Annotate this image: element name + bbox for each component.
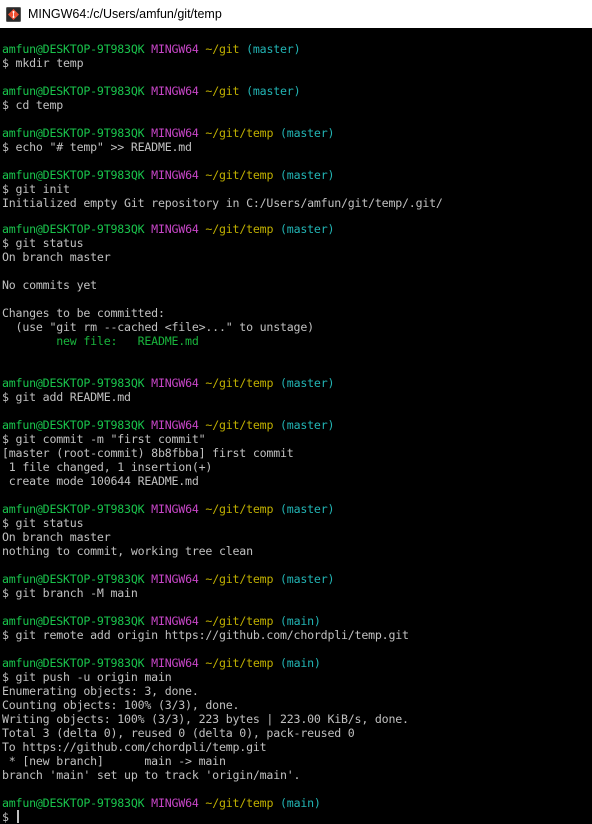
prompt-line: amfun@DESKTOP-9T983QK MINGW64 ~/git/temp… (2, 502, 334, 516)
prompt-line: amfun@DESKTOP-9T983QK MINGW64 ~/git/temp… (2, 418, 334, 432)
prompt-branch: (master) (280, 418, 335, 432)
prompt-branch: (main) (280, 796, 321, 810)
output-line: Initialized empty Git repository in C:/U… (2, 196, 443, 210)
prompt-branch: (master) (280, 126, 335, 140)
prompt-branch: (main) (280, 656, 321, 670)
prompt-path: ~/git/temp (205, 168, 274, 182)
prompt-user: amfun@DESKTOP-9T983QK (2, 84, 145, 98)
prompt-env: MINGW64 (151, 84, 199, 98)
prompt-path: ~/git/temp (205, 418, 274, 432)
window-titlebar[interactable]: MINGW64:/c/Users/amfun/git/temp (0, 0, 592, 28)
command-line: $ git status (2, 516, 84, 530)
prompt-env: MINGW64 (151, 222, 199, 236)
prompt-env: MINGW64 (151, 126, 199, 140)
output-line: On branch master (2, 530, 111, 544)
prompt-user: amfun@DESKTOP-9T983QK (2, 126, 145, 140)
prompt-path: ~/git/temp (205, 614, 274, 628)
prompt-user: amfun@DESKTOP-9T983QK (2, 502, 145, 516)
command-prompt-symbol: $ (2, 810, 16, 824)
prompt-env: MINGW64 (151, 376, 199, 390)
output-line: Counting objects: 100% (3/3), done. (2, 698, 240, 712)
prompt-user: amfun@DESKTOP-9T983QK (2, 42, 145, 56)
command-line: $ git remote add origin https://github.c… (2, 628, 409, 642)
prompt-env: MINGW64 (151, 572, 199, 586)
prompt-path: ~/git/temp (205, 656, 274, 670)
command-line: $ git add README.md (2, 390, 131, 404)
prompt-path: ~/git/temp (205, 572, 274, 586)
prompt-path: ~/git/temp (205, 376, 274, 390)
terminal-output[interactable]: amfun@DESKTOP-9T983QK MINGW64 ~/git (mas… (0, 28, 592, 824)
prompt-path: ~/git/temp (205, 502, 274, 516)
git-bash-icon (6, 6, 21, 22)
output-line: Changes to be committed: (2, 306, 165, 320)
output-line: No commits yet (2, 278, 97, 292)
prompt-line: amfun@DESKTOP-9T983QK MINGW64 ~/git/temp… (2, 572, 334, 586)
prompt-path: ~/git (205, 84, 240, 98)
prompt-branch: (master) (280, 572, 335, 586)
prompt-line: amfun@DESKTOP-9T983QK MINGW64 ~/git/temp… (2, 168, 334, 182)
command-line: $ git push -u origin main (2, 670, 172, 684)
prompt-user: amfun@DESKTOP-9T983QK (2, 572, 145, 586)
prompt-path: ~/git/temp (205, 126, 274, 140)
output-line: Writing objects: 100% (3/3), 223 bytes |… (2, 712, 409, 726)
prompt-branch: (master) (246, 84, 301, 98)
prompt-user: amfun@DESKTOP-9T983QK (2, 614, 145, 628)
prompt-line: amfun@DESKTOP-9T983QK MINGW64 ~/git/temp… (2, 222, 334, 236)
prompt-user: amfun@DESKTOP-9T983QK (2, 796, 145, 810)
prompt-env: MINGW64 (151, 168, 199, 182)
command-input[interactable]: $ (2, 810, 19, 824)
prompt-path: ~/git/temp (205, 222, 274, 236)
output-line: 1 file changed, 1 insertion(+) (2, 460, 213, 474)
prompt-env: MINGW64 (151, 418, 199, 432)
command-line: $ cd temp (2, 98, 64, 112)
output-line: Enumerating objects: 3, done. (2, 684, 199, 698)
prompt-branch: (master) (280, 168, 335, 182)
prompt-line: amfun@DESKTOP-9T983QK MINGW64 ~/git (mas… (2, 42, 301, 56)
output-line: (use "git rm --cached <file>..." to unst… (2, 320, 315, 334)
prompt-line: amfun@DESKTOP-9T983QK MINGW64 ~/git (mas… (2, 84, 301, 98)
prompt-branch: (master) (280, 376, 335, 390)
prompt-user: amfun@DESKTOP-9T983QK (2, 222, 145, 236)
text-cursor (16, 810, 19, 823)
command-line: $ mkdir temp (2, 56, 84, 70)
prompt-branch: (master) (280, 502, 335, 516)
prompt-line: amfun@DESKTOP-9T983QK MINGW64 ~/git/temp… (2, 614, 321, 628)
prompt-line: amfun@DESKTOP-9T983QK MINGW64 ~/git/temp… (2, 656, 321, 670)
prompt-line: amfun@DESKTOP-9T983QK MINGW64 ~/git/temp… (2, 796, 321, 810)
prompt-user: amfun@DESKTOP-9T983QK (2, 656, 145, 670)
output-line: create mode 100644 README.md (2, 474, 199, 488)
prompt-env: MINGW64 (151, 502, 199, 516)
output-line: Total 3 (delta 0), reused 0 (delta 0), p… (2, 726, 355, 740)
prompt-user: amfun@DESKTOP-9T983QK (2, 376, 145, 390)
output-line-new-file: new file: README.md (2, 334, 199, 348)
command-line: $ git status (2, 236, 84, 250)
output-line: * [new branch] main -> main (2, 754, 226, 768)
prompt-branch: (master) (246, 42, 301, 56)
prompt-branch: (main) (280, 614, 321, 628)
prompt-path: ~/git/temp (205, 796, 274, 810)
output-line: On branch master (2, 250, 111, 264)
prompt-branch: (master) (280, 222, 335, 236)
prompt-env: MINGW64 (151, 796, 199, 810)
output-line: To https://github.com/chordpli/temp.git (2, 740, 267, 754)
output-line: nothing to commit, working tree clean (2, 544, 253, 558)
prompt-path: ~/git (205, 42, 240, 56)
command-line: $ echo "# temp" >> README.md (2, 140, 192, 154)
command-line: $ git init (2, 182, 70, 196)
window-title: MINGW64:/c/Users/amfun/git/temp (28, 7, 222, 21)
command-line: $ git branch -M main (2, 586, 138, 600)
prompt-user: amfun@DESKTOP-9T983QK (2, 418, 145, 432)
prompt-line: amfun@DESKTOP-9T983QK MINGW64 ~/git/temp… (2, 126, 334, 140)
prompt-env: MINGW64 (151, 42, 199, 56)
prompt-env: MINGW64 (151, 656, 199, 670)
prompt-user: amfun@DESKTOP-9T983QK (2, 168, 145, 182)
prompt-line: amfun@DESKTOP-9T983QK MINGW64 ~/git/temp… (2, 376, 334, 390)
command-line: $ git commit -m "first commit" (2, 432, 206, 446)
output-line: [master (root-commit) 8b8fbba] first com… (2, 446, 294, 460)
output-line: branch 'main' set up to track 'origin/ma… (2, 768, 301, 782)
prompt-env: MINGW64 (151, 614, 199, 628)
